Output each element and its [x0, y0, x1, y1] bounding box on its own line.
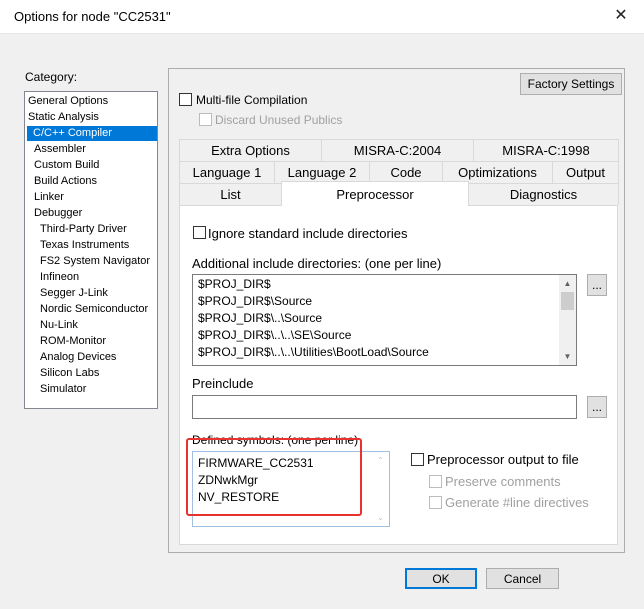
- tab-preprocessor[interactable]: Preprocessor: [281, 181, 469, 206]
- include-directories-textarea[interactable]: $PROJ_DIR$ $PROJ_DIR$\Source $PROJ_DIR$\…: [192, 274, 577, 366]
- ok-button[interactable]: OK: [405, 568, 477, 589]
- include-dirs-scrollbar[interactable]: ▲ ▼: [559, 275, 576, 365]
- preprocessor-output-label: Preprocessor output to file: [427, 452, 579, 467]
- category-item-static-analysis[interactable]: Static Analysis: [26, 110, 101, 125]
- generate-line-directives-checkbox[interactable]: [429, 496, 442, 509]
- include-dir-line: $PROJ_DIR$\Source: [198, 294, 313, 308]
- category-item-texas-instruments[interactable]: Texas Instruments: [38, 238, 131, 253]
- category-item-custom-build[interactable]: Custom Build: [32, 158, 101, 173]
- ignore-standard-include-label: Ignore standard include directories: [208, 226, 408, 241]
- tab-code[interactable]: Code: [369, 161, 443, 183]
- include-dir-line: $PROJ_DIR$: [198, 277, 271, 291]
- category-list[interactable]: General Options Static Analysis C/C++ Co…: [24, 91, 158, 409]
- preserve-comments-checkbox[interactable]: [429, 475, 442, 488]
- tab-optimizations[interactable]: Optimizations: [442, 161, 553, 183]
- title-bar: Options for node "CC2531" ✕: [0, 0, 644, 34]
- close-button[interactable]: ✕: [598, 0, 644, 30]
- category-item-nordic-semiconductor[interactable]: Nordic Semiconductor: [38, 302, 150, 317]
- include-dirs-browse-button[interactable]: ...: [587, 274, 607, 296]
- category-item-general-options[interactable]: General Options: [26, 94, 110, 109]
- multi-file-compilation-label: Multi-file Compilation: [196, 93, 308, 107]
- preserve-comments-label: Preserve comments: [445, 474, 561, 489]
- category-item-fs2-system-navigator[interactable]: FS2 System Navigator: [38, 254, 152, 269]
- defined-symbols-scrollbar[interactable]: ⌃ ⌄: [372, 452, 389, 526]
- include-dir-line: $PROJ_DIR$\..\Source: [198, 311, 323, 325]
- category-item-nu-link[interactable]: Nu-Link: [38, 318, 80, 333]
- cancel-button[interactable]: Cancel: [486, 568, 559, 589]
- preinclude-input[interactable]: [192, 395, 577, 419]
- include-dir-line: $PROJ_DIR$\..\..\SE\Source: [198, 328, 352, 342]
- red-highlight-annotation: [186, 438, 362, 516]
- category-item-debugger[interactable]: Debugger: [32, 206, 84, 221]
- include-directories-label: Additional include directories: (one per…: [192, 256, 442, 271]
- preprocessor-output-checkbox[interactable]: [411, 453, 424, 466]
- chevron-down-icon[interactable]: ⌄: [372, 509, 389, 526]
- tab-misra-c-2004[interactable]: MISRA-C:2004: [321, 139, 474, 161]
- scroll-thumb[interactable]: [561, 292, 574, 310]
- tab-list[interactable]: List: [179, 183, 282, 205]
- category-item-c-cpp-compiler[interactable]: C/C++ Compiler: [27, 126, 157, 141]
- category-item-build-actions[interactable]: Build Actions: [32, 174, 99, 189]
- category-item-third-party-driver[interactable]: Third-Party Driver: [38, 222, 129, 237]
- tab-language-1[interactable]: Language 1: [179, 161, 275, 183]
- category-item-silicon-labs[interactable]: Silicon Labs: [38, 366, 101, 381]
- chevron-up-icon[interactable]: ▲: [559, 275, 576, 292]
- window-title: Options for node "CC2531": [14, 9, 171, 24]
- tab-diagnostics[interactable]: Diagnostics: [468, 183, 619, 205]
- close-icon: ✕: [614, 7, 628, 24]
- tab-language-2[interactable]: Language 2: [274, 161, 370, 183]
- ignore-standard-include-checkbox[interactable]: [193, 226, 206, 239]
- discard-unused-publics-label: Discard Unused Publics: [215, 113, 343, 127]
- category-label: Category:: [25, 70, 78, 84]
- category-item-rom-monitor[interactable]: ROM-Monitor: [38, 334, 108, 349]
- tab-extra-options[interactable]: Extra Options: [179, 139, 322, 161]
- category-item-linker[interactable]: Linker: [32, 190, 66, 205]
- factory-settings-button[interactable]: Factory Settings: [520, 73, 622, 95]
- generate-line-directives-label: Generate #line directives: [445, 495, 589, 510]
- chevron-up-icon[interactable]: ⌃: [372, 452, 389, 469]
- category-item-segger-jlink[interactable]: Segger J-Link: [38, 286, 110, 301]
- category-item-analog-devices[interactable]: Analog Devices: [38, 350, 118, 365]
- category-item-assembler[interactable]: Assembler: [32, 142, 88, 157]
- category-item-simulator[interactable]: Simulator: [38, 382, 88, 397]
- preinclude-label: Preinclude: [192, 376, 254, 391]
- discard-unused-publics-checkbox[interactable]: [199, 113, 212, 126]
- chevron-down-icon[interactable]: ▼: [559, 348, 576, 365]
- category-item-infineon[interactable]: Infineon: [38, 270, 81, 285]
- preinclude-browse-button[interactable]: ...: [587, 396, 607, 418]
- multi-file-compilation-checkbox[interactable]: [179, 93, 192, 106]
- include-dir-line: $PROJ_DIR$\..\..\Utilities\BootLoad\Sour…: [198, 345, 429, 359]
- tab-misra-c-1998[interactable]: MISRA-C:1998: [473, 139, 619, 161]
- tab-output[interactable]: Output: [552, 161, 619, 183]
